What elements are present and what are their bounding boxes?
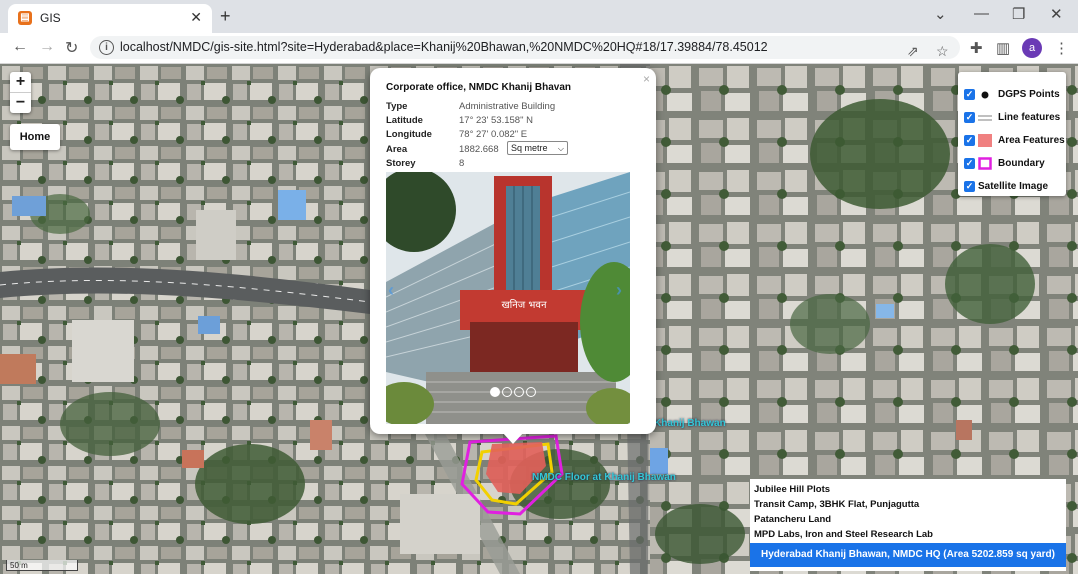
address-bar[interactable]: i localhost/NMDC/gis-site.html?site=Hyde… [90, 36, 960, 59]
carousel-next-icon[interactable]: › [616, 280, 622, 301]
site-favicon-icon: ▤ [18, 11, 32, 25]
popup-close-icon[interactable]: × [643, 72, 650, 86]
map-canvas[interactable]: + − Home Khanij Bhawan NMDC Floor at Kha… [0, 64, 1078, 574]
carousel-prev-icon[interactable]: ‹ [388, 280, 394, 301]
area-symbol-icon [978, 134, 992, 147]
checkbox-checked-icon[interactable]: ✓ [964, 158, 975, 169]
chevron-down-icon: ⌵ [557, 144, 564, 153]
minimize-button[interactable]: — [974, 5, 989, 22]
zoom-out-button[interactable]: − [10, 92, 31, 113]
menu-kebab-icon[interactable]: ⋮ [1054, 39, 1069, 57]
share-icon[interactable]: ⇗ [907, 43, 919, 60]
plot-item-mpd-labs[interactable]: MPD Labs, Iron and Steel Research Lab [754, 529, 933, 540]
zoom-in-button[interactable]: + [10, 72, 31, 92]
popup-tip [502, 432, 524, 444]
checkbox-checked-icon[interactable]: ✓ [964, 135, 975, 146]
home-button[interactable]: Home [10, 124, 60, 150]
tab-close-icon[interactable]: ✕ [190, 9, 202, 26]
point-symbol-icon [981, 91, 989, 99]
plot-item-transit-camp[interactable]: Transit Camp, 3BHK Flat, Punjagutta [754, 499, 919, 510]
map-label-khanij-bhawan: Khanij Bhawan [654, 418, 726, 429]
plots-list: Jubilee Hill Plots Transit Camp, 3BHK Fl… [750, 479, 1066, 571]
checkbox-checked-icon[interactable]: ✓ [964, 112, 975, 123]
carousel-dot[interactable] [502, 387, 512, 397]
bookmark-star-icon[interactable]: ☆ [936, 43, 949, 60]
browser-toolbar: ← → ↻ i localhost/NMDC/gis-site.html?sit… [0, 33, 1078, 64]
tab-strip: ▤ GIS ✕ + ⌄ — ❐ ✕ [0, 0, 1078, 33]
tab-title: GIS [40, 11, 61, 25]
forward-arrow-icon[interactable]: → [39, 38, 55, 56]
browser-tab[interactable]: ▤ GIS ✕ [8, 4, 212, 33]
carousel-dot[interactable] [514, 387, 524, 397]
close-window-button[interactable]: ✕ [1050, 5, 1063, 23]
new-tab-button[interactable]: + [220, 6, 231, 27]
building-photo: खनिज भवन ‹ › [386, 172, 630, 424]
map-label-nmdc-floor: NMDC Floor at Khanij Bhawan [532, 472, 676, 483]
layer-control-panel: ✓ DGPS Points ✓ Line features ✓ Area Fea… [958, 72, 1066, 196]
carousel-dot[interactable] [526, 387, 536, 397]
scale-bar: 50 m [6, 560, 78, 571]
boundary-symbol-icon [978, 157, 992, 170]
tab-search-icon[interactable]: ⌄ [934, 5, 947, 23]
side-panel-icon[interactable]: ▥ [996, 39, 1010, 57]
plot-item-active[interactable]: Hyderabad Khanij Bhawan, NMDC HQ (Area 5… [750, 543, 1066, 567]
popup-title: Corporate office, NMDC Khanij Bhavan [386, 82, 572, 93]
back-arrow-icon[interactable]: ← [12, 38, 28, 56]
restore-button[interactable]: ❐ [1012, 5, 1025, 23]
extensions-puzzle-icon[interactable]: ✚ [970, 39, 983, 57]
building-sign-text: खनिज भवन [501, 299, 547, 311]
feature-popup: × Corporate office, NMDC Khanij Bhavan T… [370, 68, 656, 434]
carousel-dot[interactable] [490, 387, 500, 397]
plot-item-jubilee-hill[interactable]: Jubilee Hill Plots [754, 484, 830, 495]
area-unit-select[interactable]: Sq metre ⌵ [507, 141, 568, 155]
site-info-icon[interactable]: i [99, 40, 114, 55]
line-symbol-icon [978, 115, 992, 121]
carousel-dots [490, 384, 538, 397]
zoom-control: + − [10, 72, 31, 113]
reload-icon[interactable]: ↻ [65, 38, 78, 58]
plot-item-patancheru[interactable]: Patancheru Land [754, 514, 831, 525]
profile-avatar[interactable]: a [1022, 38, 1042, 58]
checkbox-checked-icon[interactable]: ✓ [964, 89, 975, 100]
url-text[interactable]: localhost/NMDC/gis-site.html?site=Hydera… [120, 40, 768, 54]
checkbox-checked-icon[interactable]: ✓ [964, 181, 975, 192]
